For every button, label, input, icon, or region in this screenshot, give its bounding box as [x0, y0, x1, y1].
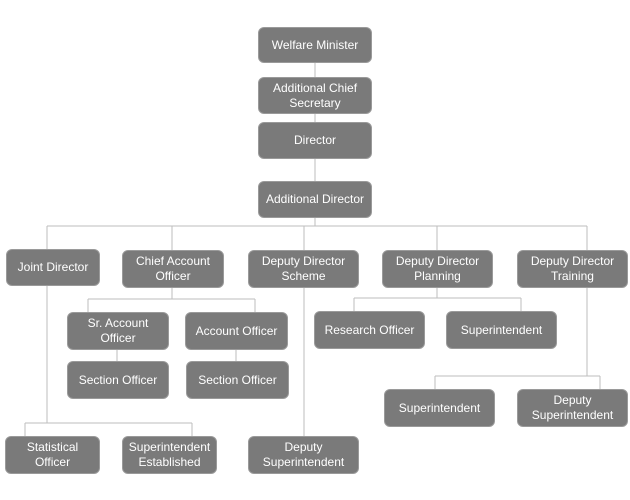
- node-research-officer: Research Officer: [314, 311, 425, 349]
- node-chief-account-officer: Chief Account Officer: [122, 250, 224, 288]
- node-deputy-superintendent-training: Deputy Superintendent: [517, 389, 628, 427]
- node-superintendent-established: Superintendent Established: [122, 436, 217, 474]
- node-superintendent-training: Superintendent: [384, 389, 495, 427]
- node-superintendent-planning: Superintendent: [446, 311, 557, 349]
- node-account-officer: Account Officer: [185, 312, 288, 350]
- node-deputy-director-scheme: Deputy Director Scheme: [248, 250, 359, 288]
- node-additional-director: Additional Director: [258, 181, 372, 218]
- node-sr-account-officer: Sr. Account Officer: [67, 312, 169, 350]
- node-deputy-director-training: Deputy Director Training: [517, 250, 628, 288]
- node-section-officer-1: Section Officer: [67, 361, 169, 399]
- node-deputy-director-planning: Deputy Director Planning: [382, 250, 493, 288]
- node-joint-director: Joint Director: [6, 249, 100, 286]
- node-statistical-officer: Statistical Officer: [5, 436, 100, 474]
- node-director: Director: [258, 122, 372, 159]
- node-additional-chief-secretary: Additional Chief Secretary: [258, 77, 372, 114]
- node-section-officer-2: Section Officer: [186, 361, 289, 399]
- node-deputy-superintendent-scheme: Deputy Superintendent: [248, 436, 359, 474]
- node-welfare-minister: Welfare Minister: [258, 27, 372, 63]
